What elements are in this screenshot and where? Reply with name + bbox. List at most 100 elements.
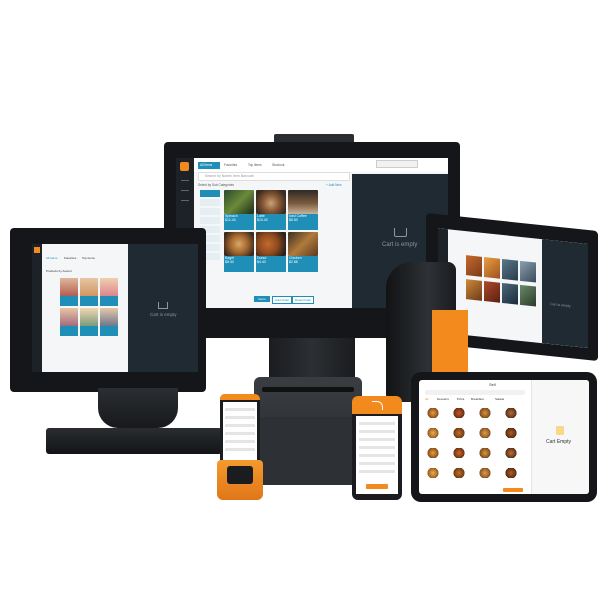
category-tab[interactable]: All: [425, 398, 428, 401]
product-card[interactable]: [502, 258, 518, 281]
handheld-top-orange: [220, 394, 260, 400]
add-new-link[interactable]: + Add New: [326, 183, 342, 187]
search-input[interactable]: Search by Name/ Item Barcode: [198, 172, 350, 181]
app-logo-icon[interactable]: [34, 247, 40, 253]
food-item[interactable]: [505, 448, 517, 458]
food-item[interactable]: [427, 428, 439, 438]
list-item[interactable]: [225, 440, 255, 443]
product-card[interactable]: [100, 308, 118, 336]
tablet-search-input[interactable]: [425, 390, 525, 395]
list-item[interactable]: [359, 430, 395, 433]
product-card[interactable]: [60, 278, 78, 306]
list-item[interactable]: [359, 446, 395, 449]
product-card[interactable]: [502, 282, 518, 305]
food-item[interactable]: [453, 448, 465, 458]
left-stand: [98, 388, 178, 428]
payment-top-orange: [352, 396, 402, 414]
list-item[interactable]: [359, 470, 395, 473]
food-item[interactable]: [505, 408, 517, 418]
tab-top-items[interactable]: Top items: [82, 257, 95, 260]
food-item[interactable]: [453, 468, 465, 478]
sidebar-item-customers[interactable]: [181, 200, 189, 201]
left-stand-base: [46, 428, 222, 454]
food-item[interactable]: [479, 468, 491, 478]
list-item[interactable]: [225, 448, 255, 451]
tab-top-items[interactable]: Top items: [246, 162, 268, 169]
product-card[interactable]: [60, 308, 78, 336]
list-item[interactable]: [359, 422, 395, 425]
product-price: $10.40: [257, 217, 268, 222]
tab-all-items[interactable]: All Items: [198, 162, 220, 169]
product-card[interactable]: Chicken $2.88: [288, 232, 318, 272]
category-tab[interactable]: Pizza: [457, 398, 464, 401]
list-item[interactable]: [359, 454, 395, 457]
food-item[interactable]: [453, 428, 465, 438]
product-card[interactable]: [80, 278, 98, 306]
product-card[interactable]: [466, 255, 482, 277]
category-item[interactable]: [200, 199, 220, 206]
product-price: $2.88: [289, 259, 298, 264]
food-item[interactable]: [427, 468, 439, 478]
food-item[interactable]: [505, 468, 517, 478]
cart-note-icon: [556, 426, 564, 435]
list-item[interactable]: [225, 416, 255, 419]
pay-button[interactable]: [366, 484, 388, 489]
product-image: [288, 190, 318, 214]
list-item[interactable]: [359, 438, 395, 441]
contactless-icon: [372, 401, 383, 410]
sidebar-item-sales[interactable]: [181, 180, 189, 181]
tab-favorites[interactable]: Favorites: [64, 257, 76, 260]
checkout-bar[interactable]: [503, 488, 523, 492]
product-image: [224, 232, 254, 256]
list-item[interactable]: [225, 424, 255, 427]
product-caption: Spinach $12.40: [224, 214, 254, 230]
product-card[interactable]: Donut $4.40: [256, 232, 286, 272]
food-item[interactable]: [427, 408, 439, 418]
product-card[interactable]: Latte $10.40: [256, 190, 286, 230]
product-image: [224, 190, 254, 214]
food-item[interactable]: [479, 448, 491, 458]
product-card[interactable]: Bagel $8.40: [224, 232, 254, 272]
product-caption: [100, 296, 118, 306]
tab-favorites[interactable]: Favorites: [222, 162, 244, 169]
hold-order-button[interactable]: Hold Order: [272, 296, 292, 304]
list-item[interactable]: [225, 432, 255, 435]
category-item[interactable]: [200, 208, 220, 215]
category-item[interactable]: [200, 190, 220, 197]
food-item[interactable]: [505, 428, 517, 438]
tab-label: Favorites: [224, 163, 238, 167]
product-card[interactable]: [484, 257, 500, 279]
product-card[interactable]: Iced Coffee $5.50: [288, 190, 318, 230]
product-card[interactable]: Spinach $12.40: [224, 190, 254, 230]
handheld-left: [217, 394, 263, 504]
app-logo-icon[interactable]: [180, 162, 189, 171]
product-caption: [60, 296, 78, 306]
retail-order-button[interactable]: Retail Order: [292, 296, 314, 304]
handheld-screen: [223, 402, 257, 468]
user-profile[interactable]: [376, 160, 418, 168]
product-card[interactable]: [520, 260, 536, 283]
product-card[interactable]: [466, 279, 482, 301]
product-card[interactable]: [520, 284, 536, 307]
items-button[interactable]: Items: [254, 296, 270, 302]
cart-icon: [394, 228, 407, 237]
food-item[interactable]: [479, 408, 491, 418]
food-item[interactable]: [479, 428, 491, 438]
category-tab[interactable]: Desserts: [437, 398, 449, 401]
product-card[interactable]: [100, 278, 118, 306]
tab-stockout[interactable]: Stockout: [270, 162, 292, 169]
left-screen: All Items Favorites Top items Products b…: [32, 244, 198, 372]
product-card[interactable]: [484, 281, 500, 303]
food-item[interactable]: [453, 408, 465, 418]
sidebar-item-products[interactable]: [181, 190, 189, 191]
category-tab[interactable]: Salads: [495, 398, 504, 401]
tab-all-items[interactable]: All Items: [46, 257, 58, 260]
category-item[interactable]: [200, 217, 220, 224]
list-item[interactable]: [225, 408, 255, 411]
product-caption: [80, 326, 98, 336]
food-item[interactable]: [427, 448, 439, 458]
list-item[interactable]: [359, 462, 395, 465]
category-tab[interactable]: Breakfast: [471, 398, 484, 401]
left-tabs: All Items Favorites Top items: [46, 256, 116, 262]
product-card[interactable]: [80, 308, 98, 336]
